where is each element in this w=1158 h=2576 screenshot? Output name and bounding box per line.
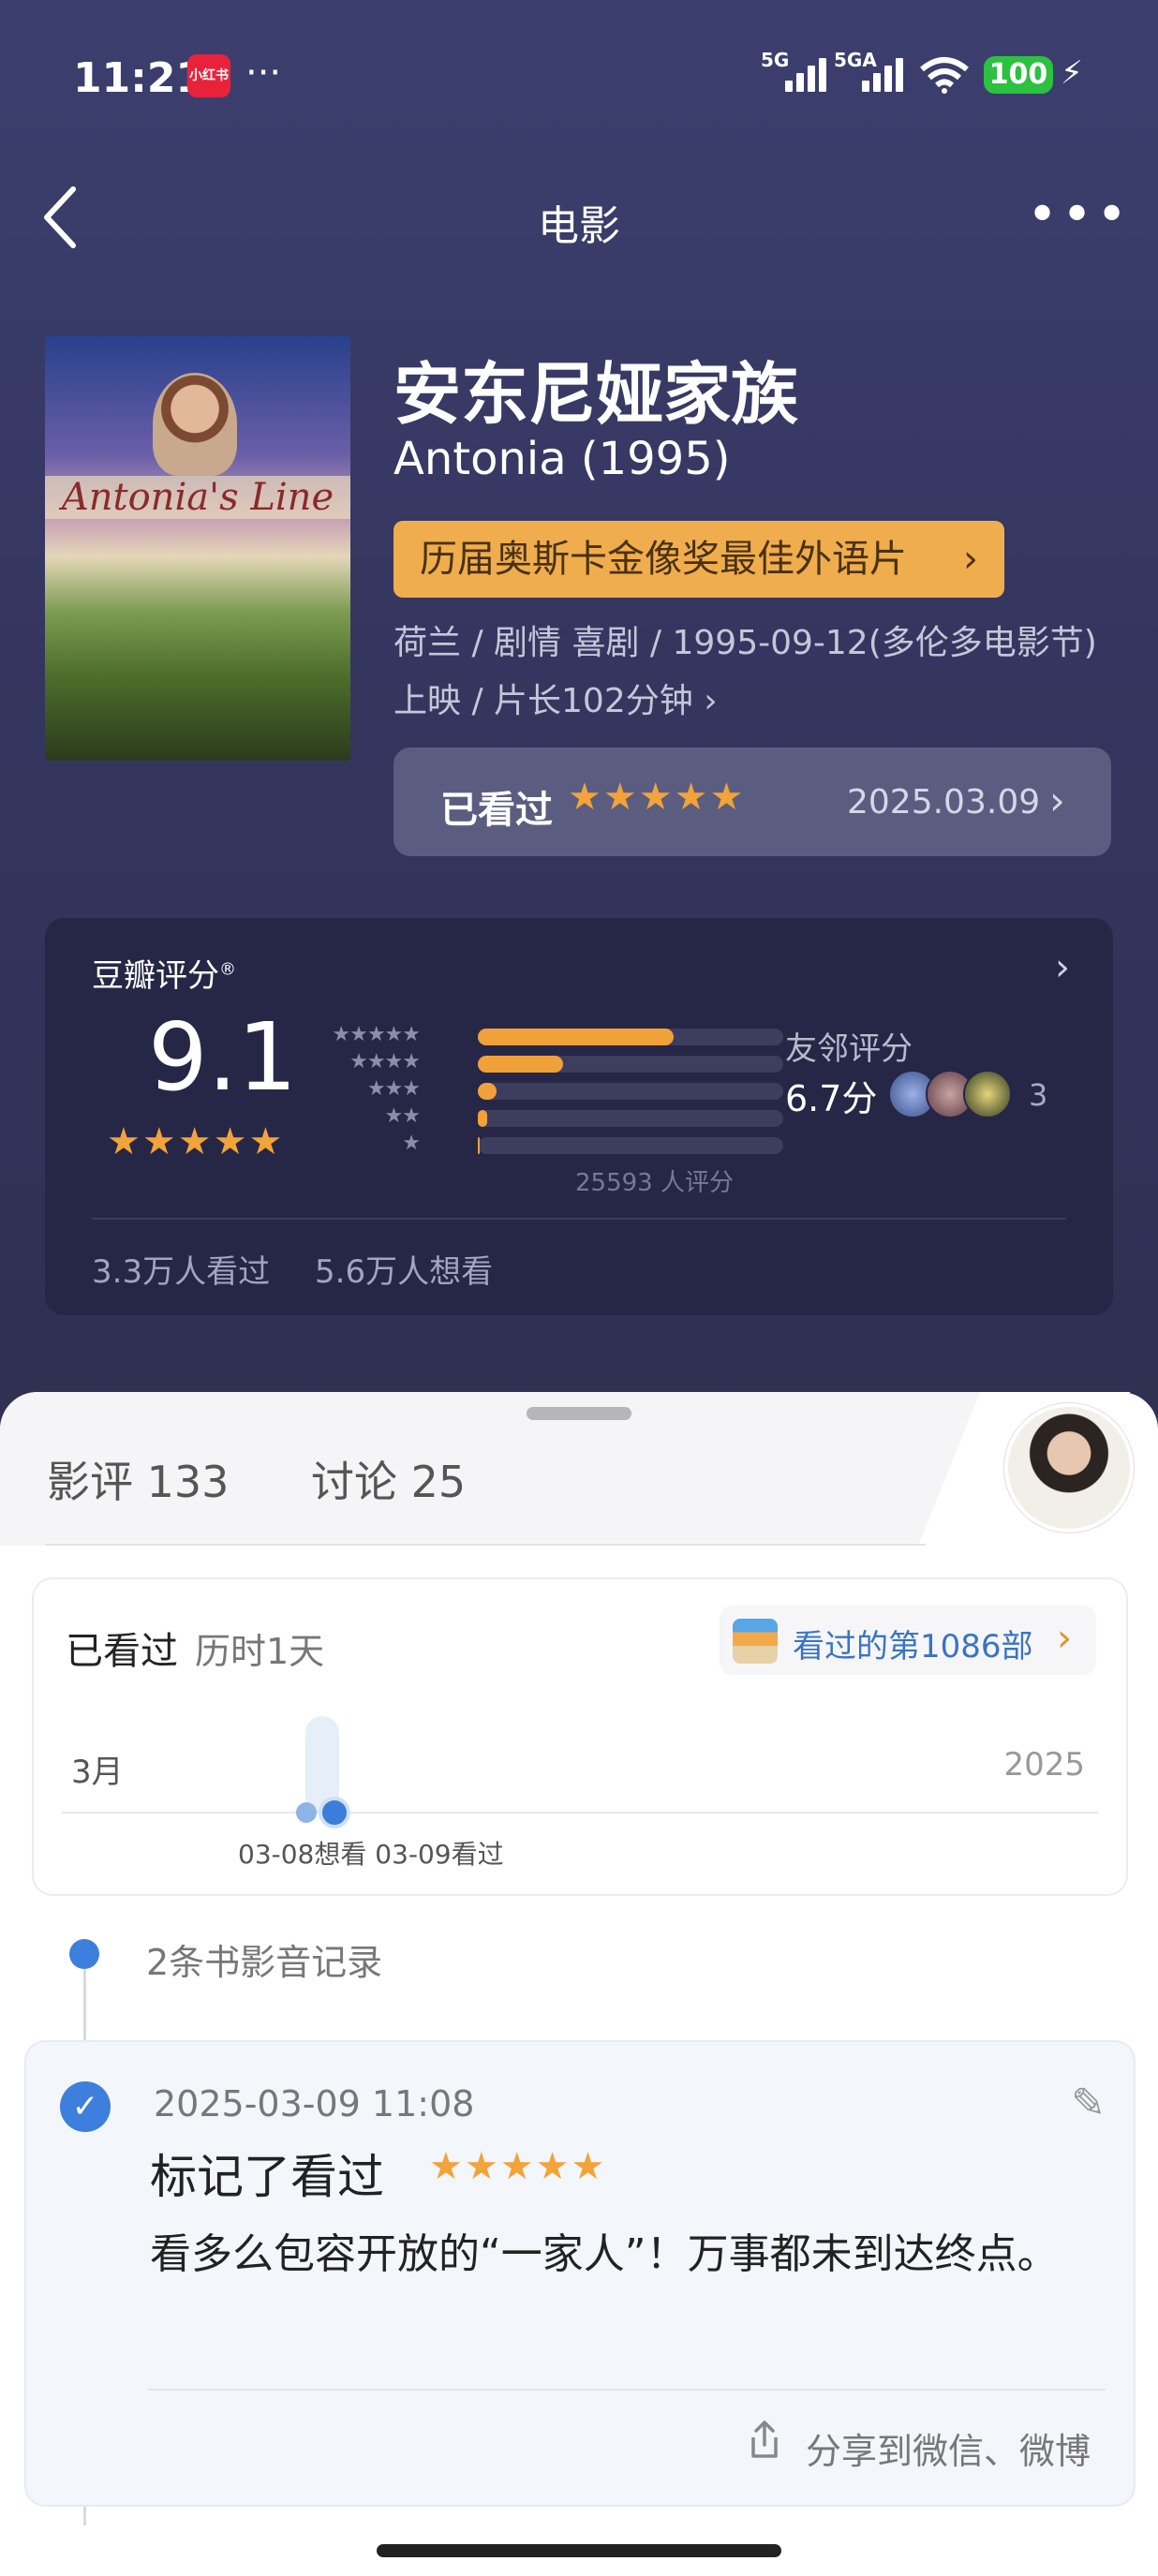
- user-avatar[interactable]: [1004, 1403, 1134, 1532]
- watched-count-label: 看过的第1086部: [793, 1628, 1033, 1666]
- check-icon: ✓: [60, 2081, 111, 2132]
- friend-rating-score: 6.7分: [785, 1078, 878, 1119]
- rating-bar-track: [478, 1110, 783, 1127]
- movie-poster[interactable]: Antonia's Line: [45, 335, 350, 761]
- edit-icon[interactable]: ✎: [1071, 2080, 1106, 2127]
- movie-meta[interactable]: 荷兰 / 剧情 喜剧 / 1995-09-12(多伦多电影节)上映 / 片长10…: [393, 614, 1124, 731]
- record-card: ✓ 2025-03-09 11:08 ✎ 标记了看过 ★★★★★ 看多么包容开放…: [24, 2040, 1136, 2507]
- divider: [92, 1218, 1066, 1220]
- friend-count: 3: [1029, 1077, 1048, 1113]
- want-marker: [296, 1802, 317, 1823]
- rating-bar-track: [478, 1056, 783, 1073]
- drag-handle[interactable]: [527, 1407, 631, 1420]
- watch-duration: 历时1天: [195, 1631, 325, 1672]
- app-badge-icon: 小红书: [187, 54, 230, 97]
- charging-icon: ⚡: [1061, 54, 1083, 92]
- rating-row-stars: ★: [402, 1132, 421, 1155]
- rating-row-stars: ★★★★★: [332, 1023, 421, 1046]
- chevron-right-icon: ›: [1049, 777, 1065, 823]
- record-count: 2条书影音记录: [146, 1942, 383, 1983]
- more-options-icon[interactable]: •••: [1027, 189, 1131, 242]
- rating-bar-track: [478, 1083, 783, 1100]
- rating-stars: ★★★★★: [107, 1120, 285, 1163]
- timeline-dot: [69, 1939, 99, 1969]
- page-title: 电影: [538, 202, 620, 250]
- status-time: 11:21: [73, 54, 205, 102]
- rating-bar-fill: [478, 1083, 497, 1100]
- movie-header: 11:21 小红书 ··· 5G 5GA 100 ⚡ 电影 ••• Antoni…: [0, 0, 1158, 1461]
- friend-avatars: [888, 1070, 1012, 1122]
- record-stars: ★★★★★: [429, 2145, 607, 2188]
- rating-bar-fill: [478, 1056, 564, 1073]
- my-rating-bar[interactable]: 已看过 ★★★★★ 2025.03.09 ›: [393, 748, 1111, 856]
- chevron-right-icon: ›: [1057, 1617, 1072, 1660]
- rating-row-stars: ★★: [384, 1104, 421, 1128]
- timeline-month: 3月: [71, 1754, 124, 1791]
- signal-icon-2: [862, 58, 907, 92]
- meta-text: 荷兰 / 剧情 喜剧 / 1995-09-12(多伦多电影节)上映 / 片长10…: [393, 624, 1097, 720]
- rating-row: ★★★: [307, 1077, 783, 1104]
- want-count[interactable]: 5.6万人想看: [315, 1246, 493, 1292]
- watched-marker: [319, 1797, 350, 1828]
- award-banner[interactable]: 历届奥斯卡金像奖最佳外语片 ›: [393, 521, 1004, 598]
- watched-date: 2025.03.09: [847, 783, 1041, 822]
- rating-row-stars: ★★★: [366, 1077, 421, 1101]
- rating-score: 9.1: [148, 1002, 298, 1112]
- divider: [148, 2389, 1106, 2391]
- home-indicator[interactable]: [377, 2544, 781, 2557]
- share-icon[interactable]: [748, 2419, 781, 2460]
- douban-rating-card[interactable]: 豆瓣评分® › 9.1 ★★★★★ ★★★★★ ★★★★ ★★★ ★★ ★ 25593 …: [45, 918, 1113, 1315]
- rating-bar-fill: [478, 1137, 480, 1154]
- rating-row: ★★★★: [307, 1050, 783, 1077]
- watch-status: 已看过: [66, 1630, 178, 1673]
- archive-box-icon: [733, 1619, 778, 1664]
- tab-discussions[interactable]: 讨论 25: [311, 1448, 466, 1510]
- chevron-right-icon: ›: [1055, 946, 1070, 989]
- poster-title: Antonia's Line: [45, 476, 350, 519]
- rating-row: ★★: [307, 1104, 783, 1132]
- movie-title-en: Antonia (1995): [393, 433, 731, 485]
- rating-row-stars: ★★★★: [349, 1050, 421, 1073]
- record-date: 2025-03-09 11:08: [154, 2083, 475, 2124]
- chevron-right-icon: ›: [704, 682, 718, 720]
- watched-count-badge[interactable]: 看过的第1086部 ›: [720, 1606, 1096, 1675]
- timeline-year: 2025: [1003, 1746, 1085, 1784]
- chevron-right-icon: ›: [963, 538, 978, 581]
- rating-row: ★: [307, 1132, 783, 1159]
- avatar: [963, 1070, 1012, 1118]
- vote-count: 25593 人评分: [575, 1169, 734, 1197]
- poster-figure: [153, 373, 237, 476]
- movie-title-cn: 安东尼娅家族: [393, 355, 799, 434]
- wifi-icon: [920, 57, 969, 94]
- award-label: 历届奥斯卡金像奖最佳外语片: [420, 538, 907, 581]
- rating-bar-fill: [478, 1029, 674, 1045]
- rating-title: 豆瓣评分®: [92, 957, 236, 995]
- tab-reviews[interactable]: 影评 133: [47, 1448, 229, 1510]
- seen-count[interactable]: 3.3万人看过: [92, 1246, 270, 1292]
- timeline-dates: 03-08想看 03-09看过: [238, 1839, 504, 1870]
- timeline-axis: [62, 1812, 1098, 1814]
- divider: [45, 1544, 926, 1546]
- rating-bar-track: [478, 1029, 783, 1045]
- watched-label: 已看过: [440, 789, 553, 832]
- rating-row: ★★★★★: [307, 1023, 783, 1050]
- my-rating-stars: ★★★★★: [568, 776, 746, 819]
- friend-rating-label: 友邻评分: [785, 1030, 913, 1068]
- watch-history-card: 已看过 历时1天 看过的第1086部 › 3月 2025 03-08想看 03-…: [32, 1577, 1128, 1896]
- status-more-icon: ···: [245, 52, 282, 95]
- signal-icon: [785, 58, 830, 92]
- record-action: 标记了看过: [150, 2150, 384, 2204]
- rating-distribution: ★★★★★ ★★★★ ★★★ ★★ ★: [307, 1023, 783, 1159]
- rating-bar-track: [478, 1137, 783, 1154]
- battery-icon: 100: [984, 56, 1053, 94]
- share-link[interactable]: 分享到微信、微博: [806, 2422, 1091, 2474]
- rating-bar-fill: [478, 1110, 487, 1127]
- record-comment: 看多么包容开放的“一家人”！万事都未到达终点。: [150, 2230, 1059, 2278]
